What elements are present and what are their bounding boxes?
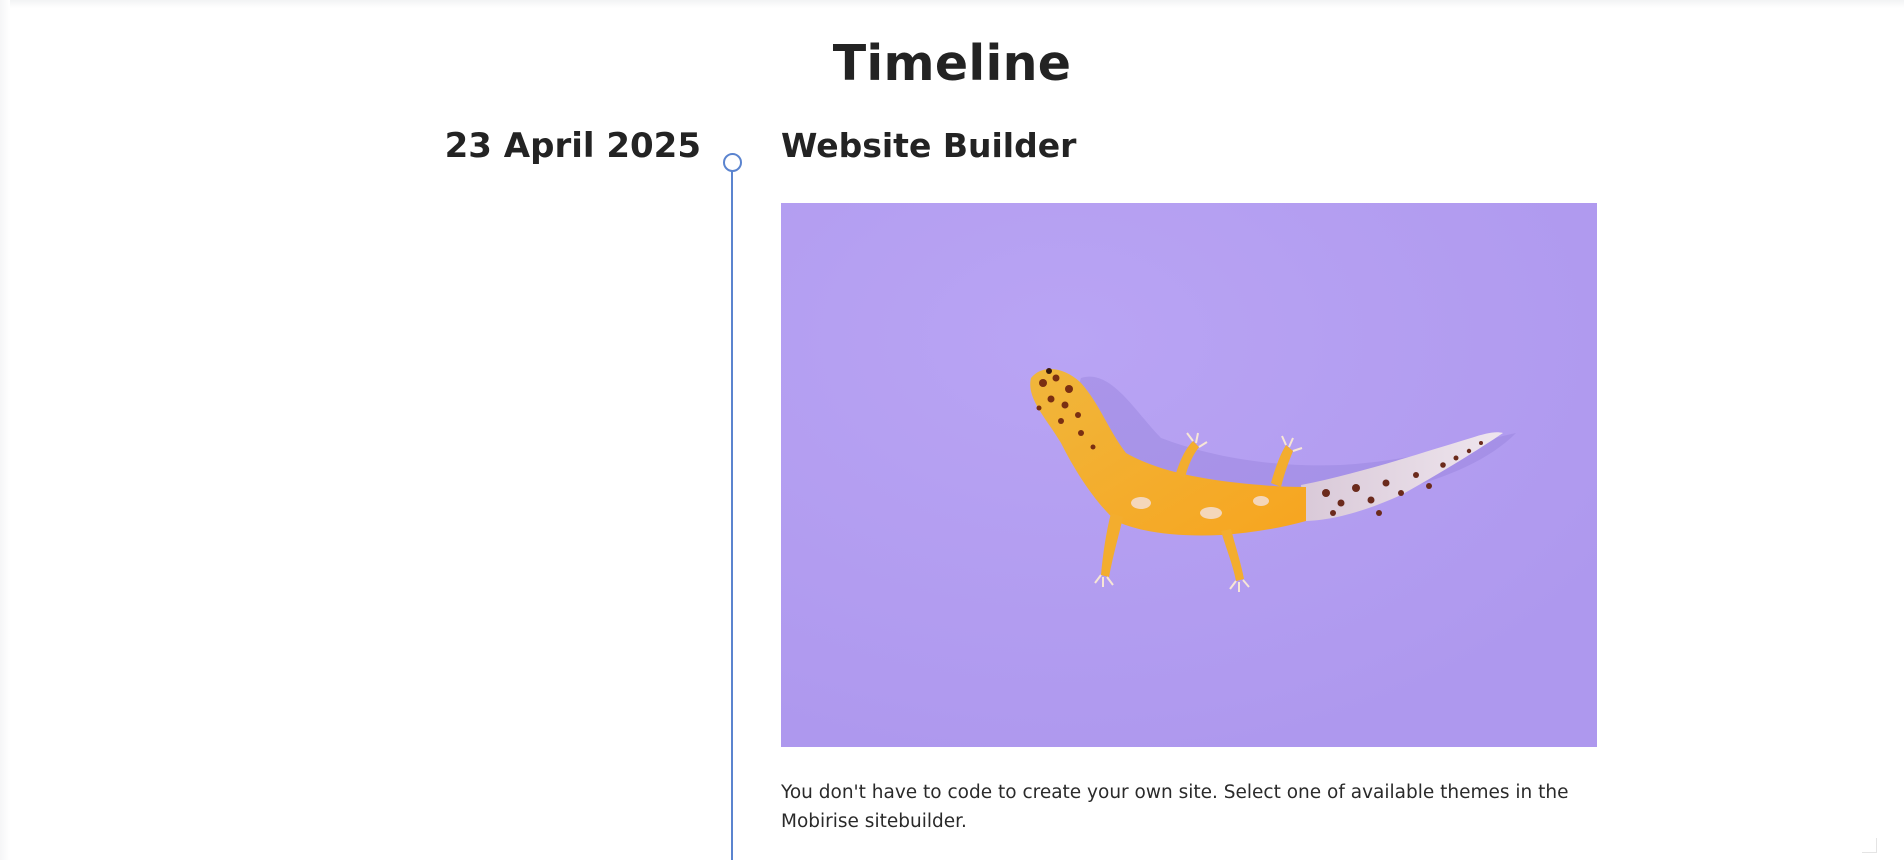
timeline-dot-icon [723, 153, 742, 172]
timeline-entry-text: You don't have to code to create your ow… [781, 782, 1569, 832]
top-shadow [0, 0, 1904, 8]
timeline-date: 23 April 2025 [444, 126, 701, 166]
timeline-line [731, 171, 733, 860]
left-shadow [0, 0, 10, 860]
page-title: Timeline [832, 35, 1072, 92]
gecko-image [781, 203, 1597, 747]
timeline-entry-title: Website Builder [781, 126, 1077, 165]
corner-decoration [1862, 838, 1877, 853]
